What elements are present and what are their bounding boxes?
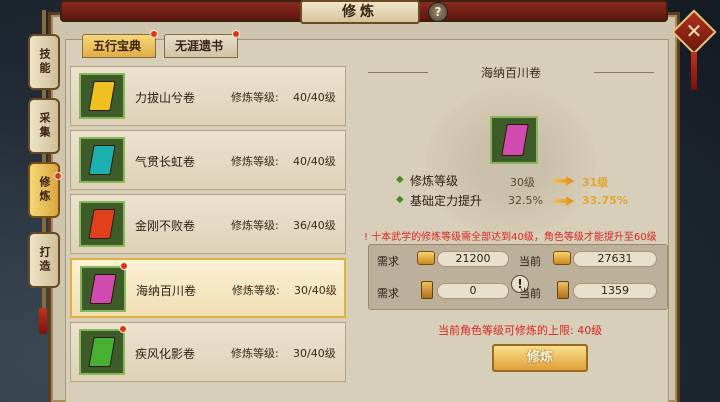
scroll-row[interactable]: 气贯长虹卷 修炼等级: 40/40级 xyxy=(70,130,346,190)
side-tab-gather[interactable]: 采集 xyxy=(28,98,60,154)
scroll-row[interactable]: 金刚不败卷 修炼等级: 36/40级 xyxy=(70,194,346,254)
diamond-icon: ◆ xyxy=(396,174,404,185)
side-tab-forge[interactable]: 打造 xyxy=(28,232,60,288)
selected-book-frame xyxy=(490,116,538,164)
stat-boost-label: 基础定力提升 xyxy=(410,194,483,208)
tassel-decoration xyxy=(39,308,47,334)
scroll-level: 40/40级 xyxy=(293,91,336,104)
scroll-detail-panel: 海纳百川卷 ◆ 修炼等级 30级 31级 ◆ 基础定力提升 32.5% 33.7… xyxy=(356,64,668,386)
scroll-row[interactable]: 力拔山兮卷 修炼等级: 40/40级 xyxy=(70,66,346,126)
window-title: 修炼 xyxy=(300,0,420,24)
book-icon xyxy=(88,337,116,367)
requirement-need-label: 需求 xyxy=(377,255,399,268)
level-label: 修炼等级: xyxy=(231,347,279,360)
book-icon-frame xyxy=(79,201,125,247)
cultivate-button[interactable]: 修炼 xyxy=(492,344,588,372)
book-icon xyxy=(88,209,116,239)
level-label: 修炼等级: xyxy=(232,284,280,297)
diamond-icon: ◆ xyxy=(396,194,404,205)
book-icon-frame xyxy=(79,73,125,119)
scroll-level: 30/40级 xyxy=(293,347,336,360)
coin-icon xyxy=(417,251,435,265)
scroll-red-dot xyxy=(120,262,128,270)
scroll-icon xyxy=(421,281,433,299)
title-divider xyxy=(368,72,428,73)
tab-endless-scrolls-red-dot xyxy=(232,30,240,38)
stat-level-next: 31级 xyxy=(582,176,609,189)
title-divider xyxy=(594,72,654,73)
requirement-need-coins: 21200 xyxy=(437,251,509,267)
scroll-level: 40/40级 xyxy=(293,155,336,168)
scroll-name: 疾风化影卷 xyxy=(135,347,196,361)
requirement-need-label: 需求 xyxy=(377,287,399,300)
requirements-box: 需求 21200 当前 27631 需求 0 ! 当前 1359 xyxy=(368,244,668,310)
scroll-list: 力拔山兮卷 修炼等级: 40/40级 气贯长虹卷 修炼等级: 40/40级 金刚… xyxy=(70,64,346,386)
tab-endless-scrolls[interactable]: 无涯遗书 xyxy=(164,34,238,58)
close-tassel-decoration xyxy=(691,52,697,90)
stat-level-label: 修炼等级 xyxy=(410,174,459,188)
level-warning: ! 十本武学的修炼等级需全部达到40级，角色等级才能提升至60级 xyxy=(364,232,657,243)
scroll-name: 力拔山兮卷 xyxy=(135,91,196,105)
scroll-row-selected[interactable]: 海纳百川卷 修炼等级: 30/40级 xyxy=(70,258,346,318)
scroll-name: 气贯长虹卷 xyxy=(135,155,196,169)
selected-book-icon xyxy=(501,124,529,156)
requirement-have-label: 当前 xyxy=(519,255,541,268)
coin-icon xyxy=(553,251,571,265)
book-icon xyxy=(88,145,116,175)
side-tab-cultivate[interactable]: 修炼 xyxy=(28,162,60,218)
current-scrolls: 1359 xyxy=(573,283,657,299)
detail-title: 海纳百川卷 xyxy=(480,66,541,80)
book-icon-frame xyxy=(79,329,125,375)
scroll-name: 海纳百川卷 xyxy=(136,284,197,298)
close-icon[interactable]: ✕ xyxy=(678,16,710,48)
tab-five-elements[interactable]: 五行宝典 xyxy=(82,34,156,58)
scroll-icon xyxy=(557,281,569,299)
scroll-level: 36/40级 xyxy=(293,219,336,232)
scroll-name: 金刚不败卷 xyxy=(135,219,196,233)
help-icon[interactable]: ? xyxy=(428,2,448,22)
stat-boost-next: 33.75% xyxy=(582,194,628,207)
tab-five-elements-red-dot xyxy=(150,30,158,38)
requirement-have-label: 当前 xyxy=(519,287,541,300)
scroll-level: 30/40级 xyxy=(294,284,337,297)
side-tab-cultivate-red-dot xyxy=(54,172,62,180)
requirement-need-scrolls: 0 xyxy=(437,283,509,299)
level-label: 修炼等级: xyxy=(231,91,279,104)
book-icon-frame xyxy=(79,137,125,183)
scroll-red-dot xyxy=(119,325,127,333)
book-icon-frame xyxy=(80,266,126,312)
book-icon xyxy=(89,274,117,304)
book-icon xyxy=(88,81,116,111)
level-label: 修炼等级: xyxy=(231,219,279,232)
level-label: 修炼等级: xyxy=(231,155,279,168)
current-coins: 27631 xyxy=(573,251,657,267)
stat-level-current: 30级 xyxy=(510,176,535,189)
side-tab-skills[interactable]: 技能 xyxy=(28,34,60,90)
max-level-note: 当前角色等级可修炼的上限: 40级 xyxy=(438,324,603,337)
scroll-row[interactable]: 疾风化影卷 修炼等级: 30/40级 xyxy=(70,322,346,382)
stat-boost-current: 32.5% xyxy=(508,194,543,207)
